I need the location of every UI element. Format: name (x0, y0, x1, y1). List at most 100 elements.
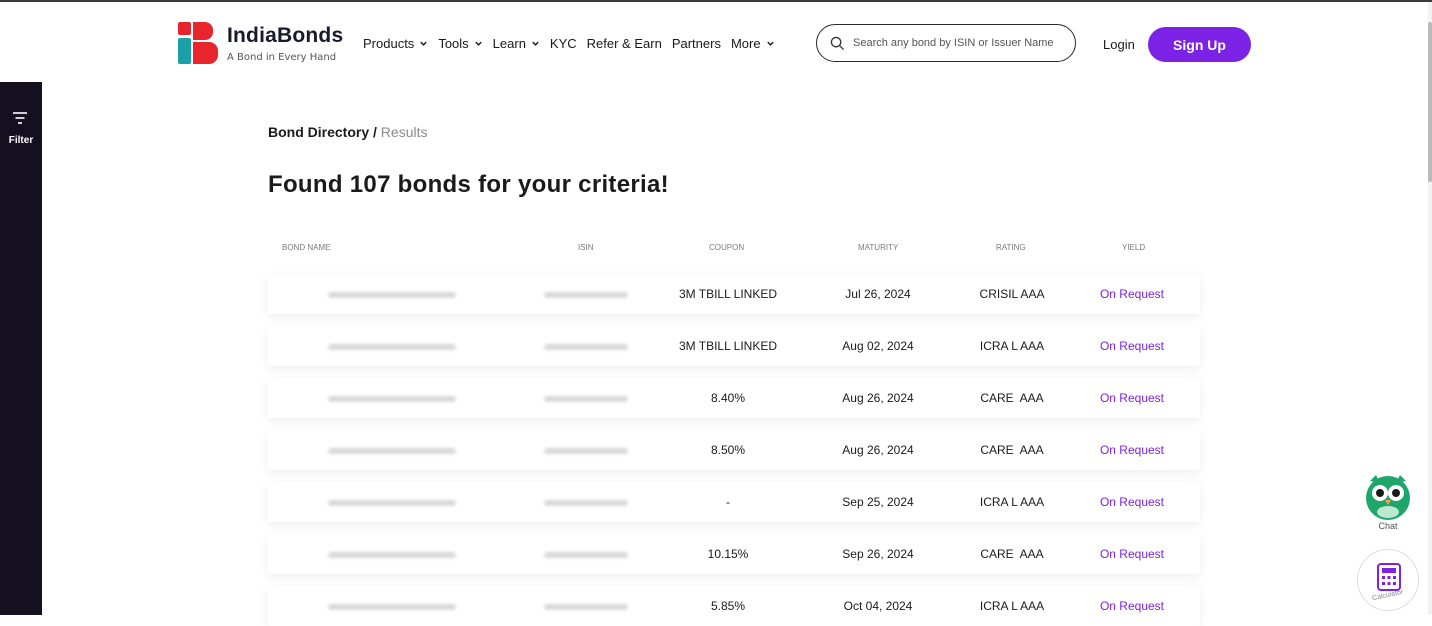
main-nav: Products Tools Learn KYC Refer & Earn Pa… (363, 36, 785, 51)
yield-on-request-link[interactable]: On Request (1076, 586, 1188, 626)
table-row[interactable]: - Sep 25, 2024 ICRA L AAA On Request (268, 482, 1200, 522)
nav-kyc-label: KYC (549, 36, 577, 51)
page-title: Found 107 bonds for your criteria! (268, 171, 669, 198)
filter-icon (13, 112, 27, 124)
table-row[interactable]: 5.85% Oct 04, 2024 ICRA L AAA On Request (268, 586, 1200, 626)
yield-on-request-link[interactable]: On Request (1076, 274, 1188, 314)
rating-cell: ICRA L AAA (979, 599, 1045, 613)
coupon-cell: 10.15% (707, 547, 749, 561)
table-header: BOND NAME ISIN COUPON MATURITY RATING YI… (268, 243, 1200, 255)
bond-name-redacted (328, 430, 468, 470)
filter-toggle[interactable]: Filter (0, 82, 42, 615)
column-header-coupon[interactable]: COUPON (709, 243, 744, 252)
table-row[interactable]: 8.40% Aug 26, 2024 CARE AAA On Request (268, 378, 1200, 418)
isin-redacted (536, 430, 636, 470)
maturity-cell: Aug 26, 2024 (842, 391, 914, 405)
rating-cell: CARE AAA (980, 391, 1044, 405)
nav-partners[interactable]: Partners (672, 36, 721, 51)
maturity-cell: Oct 04, 2024 (843, 599, 913, 613)
table-row[interactable]: 3M TBILL LINKED Aug 02, 2024 ICRA L AAA … (268, 326, 1200, 366)
nav-products-label: Products (363, 36, 415, 51)
page-scrollbar[interactable] (1428, 2, 1432, 615)
coupon-cell: 3M TBILL LINKED (678, 339, 778, 353)
search-input[interactable] (851, 36, 1070, 50)
isin-redacted (536, 378, 636, 418)
column-header-maturity[interactable]: MATURITY (858, 243, 898, 252)
bond-name-redacted (328, 482, 468, 522)
coupon-cell: 8.50% (710, 443, 746, 457)
nav-more[interactable]: More (731, 36, 775, 51)
scrollbar-thumb[interactable] (1428, 22, 1432, 182)
nav-partners-label: Partners (671, 36, 721, 51)
column-header-bond-name[interactable]: BOND NAME (282, 243, 330, 252)
nav-refer-earn[interactable]: Refer & Earn (587, 36, 662, 51)
nav-refer-earn-label: Refer & Earn (586, 36, 662, 51)
breadcrumb: Bond Directory / Results (268, 124, 427, 140)
rating-cell: ICRA L AAA (979, 339, 1045, 353)
column-header-rating[interactable]: RATING (996, 243, 1026, 252)
calculator-icon (1377, 563, 1401, 591)
coupon-cell: 8.40% (710, 391, 746, 405)
owl-chat-icon (1366, 475, 1410, 520)
yield-on-request-link[interactable]: On Request (1076, 534, 1188, 574)
rating-cell: CARE AAA (980, 443, 1044, 457)
breadcrumb-bond-directory[interactable]: Bond Directory (268, 124, 369, 140)
indiabonds-logo-icon (178, 22, 218, 64)
yield-on-request-link[interactable]: On Request (1076, 326, 1188, 366)
brand-logo[interactable]: IndiaBonds A Bond in Every Hand (178, 22, 348, 66)
coupon-cell: 5.85% (710, 599, 746, 613)
nav-more-label: More (730, 36, 761, 51)
search-box[interactable] (816, 24, 1076, 62)
table-row[interactable]: 8.50% Aug 26, 2024 CARE AAA On Request (268, 430, 1200, 470)
site-header: IndiaBonds A Bond in Every Hand Products… (0, 2, 1428, 82)
chevron-down-icon (532, 41, 539, 46)
signup-button[interactable]: Sign Up (1148, 27, 1251, 62)
brand-name: IndiaBonds (227, 24, 344, 47)
bond-name-redacted (328, 378, 468, 418)
search-icon (830, 36, 845, 50)
nav-learn[interactable]: Learn (493, 36, 540, 51)
nav-learn-label: Learn (492, 36, 526, 51)
filter-label: Filter (8, 135, 34, 146)
isin-redacted (536, 586, 636, 626)
maturity-cell: Sep 25, 2024 (842, 495, 914, 509)
bond-name-redacted (328, 534, 468, 574)
table-row[interactable]: 3M TBILL LINKED Jul 26, 2024 CRISIL AAA … (268, 274, 1200, 314)
bond-name-redacted (328, 586, 468, 626)
calculator-widget[interactable]: Calculator (1357, 549, 1419, 611)
table-row[interactable]: 10.15% Sep 26, 2024 CARE AAA On Request (268, 534, 1200, 574)
yield-on-request-link[interactable]: On Request (1076, 482, 1188, 522)
chat-label: Chat (1378, 521, 1398, 531)
isin-redacted (536, 534, 636, 574)
breadcrumb-current: Results (380, 124, 428, 140)
maturity-cell: Sep 26, 2024 (842, 547, 914, 561)
chevron-down-icon (474, 41, 482, 46)
rating-cell: CARE AAA (980, 547, 1044, 561)
chevron-down-icon (766, 41, 774, 46)
bond-name-redacted (328, 274, 468, 314)
isin-redacted (536, 274, 636, 314)
maturity-cell: Aug 26, 2024 (842, 443, 914, 457)
nav-tools-label: Tools (438, 36, 469, 51)
brand-tagline: A Bond in Every Hand (227, 52, 337, 63)
coupon-cell: 3M TBILL LINKED (678, 287, 778, 301)
login-link[interactable]: Login (1103, 37, 1135, 52)
isin-redacted (536, 326, 636, 366)
column-header-yield[interactable]: YIELD (1122, 243, 1145, 252)
breadcrumb-separator: / (373, 124, 377, 140)
nav-kyc[interactable]: KYC (550, 36, 577, 51)
yield-on-request-link[interactable]: On Request (1076, 378, 1188, 418)
maturity-cell: Aug 02, 2024 (842, 339, 914, 353)
rating-cell: ICRA L AAA (979, 495, 1045, 509)
column-header-isin[interactable]: ISIN (578, 243, 594, 252)
rating-cell: CRISIL AAA (979, 287, 1045, 301)
nav-tools[interactable]: Tools (438, 36, 482, 51)
isin-redacted (536, 482, 636, 522)
nav-products[interactable]: Products (363, 36, 428, 51)
bond-name-redacted (328, 326, 468, 366)
yield-on-request-link[interactable]: On Request (1076, 430, 1188, 470)
chevron-down-icon (420, 41, 428, 46)
maturity-cell: Jul 26, 2024 (845, 287, 911, 301)
chat-widget[interactable]: Chat (1362, 471, 1414, 533)
coupon-cell: - (726, 495, 730, 509)
